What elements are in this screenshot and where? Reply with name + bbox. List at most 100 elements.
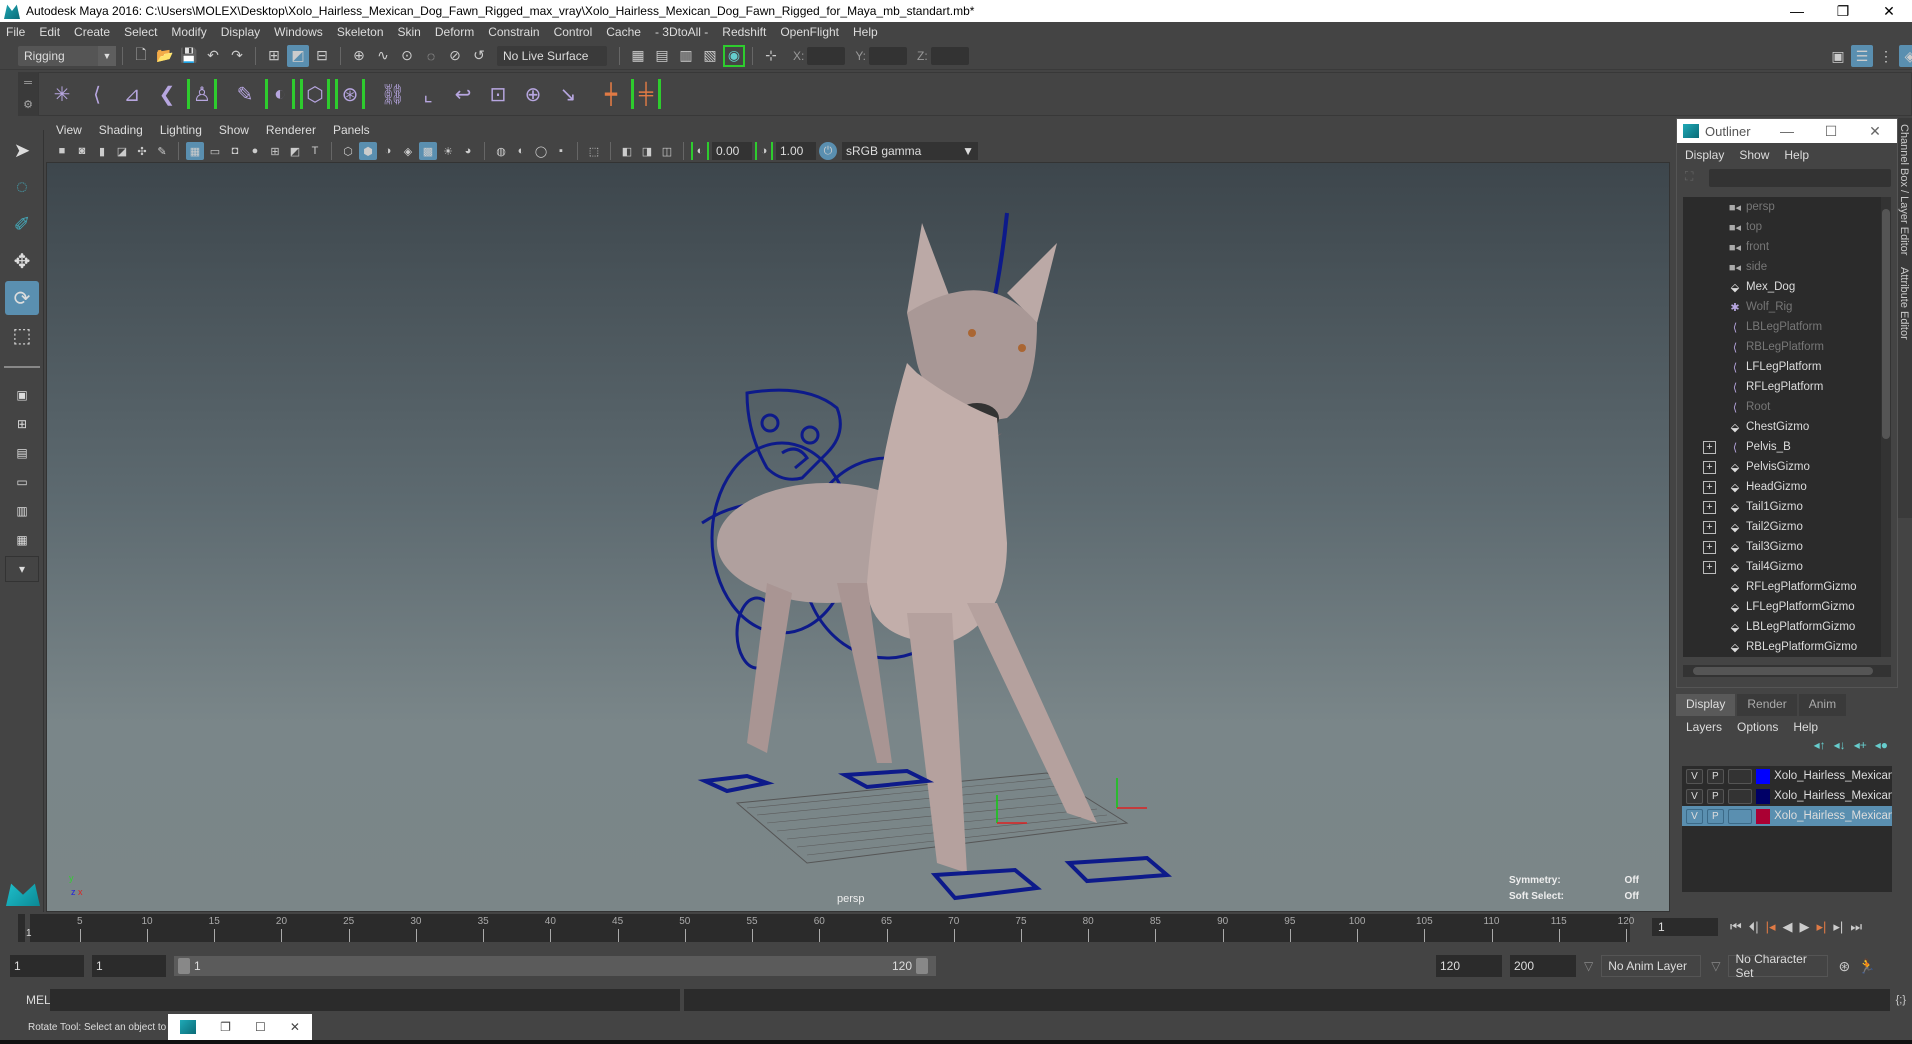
outliner-menu-display[interactable]: Display — [1685, 148, 1724, 162]
snap-plane-icon[interactable]: ◌ — [420, 45, 442, 67]
viewport-menu-view[interactable]: View — [56, 123, 82, 137]
new-layer-selected-icon[interactable]: ◂● — [1875, 738, 1888, 760]
step-back-frame-icon[interactable]: ⏴| — [1749, 919, 1759, 935]
move-layer-up-icon[interactable]: ◂↑ — [1814, 738, 1826, 760]
playback-end-field[interactable]: 120 — [1436, 955, 1502, 977]
pole-vector-icon[interactable]: ↘ — [553, 79, 583, 109]
menu-redshift[interactable]: Redshift — [722, 25, 766, 39]
orient-constraint-icon[interactable]: ↩ — [448, 79, 478, 109]
scale-tool-icon[interactable]: ⬚ — [5, 318, 39, 352]
layer-display-type-toggle[interactable] — [1727, 788, 1753, 804]
layer-color-swatch[interactable] — [1756, 788, 1771, 804]
outliner-minimize-button[interactable]: — — [1765, 123, 1809, 139]
motion-blur-icon[interactable]: ◐ — [512, 142, 530, 160]
live-surface-icon[interactable]: ↺ — [468, 45, 490, 67]
grid-icon[interactable]: ▦ — [186, 142, 204, 160]
anti-alias-icon[interactable]: ◯ — [532, 142, 550, 160]
outliner-horizontal-scrollbar[interactable] — [1683, 665, 1891, 677]
grease-pencil-icon[interactable]: ✎ — [153, 142, 171, 160]
layer-display-type-toggle[interactable] — [1727, 808, 1753, 824]
outliner-menu-help[interactable]: Help — [1784, 148, 1809, 162]
paint-select-icon[interactable]: ✐ — [5, 207, 39, 241]
minimize-button[interactable]: — — [1774, 0, 1820, 22]
graph-persp-icon[interactable]: ▭ — [5, 469, 39, 495]
field-chart-icon[interactable]: ⊞ — [266, 142, 284, 160]
locator-constraint-icon[interactable]: ╪ — [631, 79, 661, 109]
outliner-item[interactable]: ⬙ Mex_Dog — [1683, 277, 1891, 297]
range-end-handle[interactable] — [916, 958, 928, 974]
expand-icon[interactable]: + — [1703, 460, 1716, 474]
safe-action-icon[interactable]: ◩ — [286, 142, 304, 160]
menu-display[interactable]: Display — [221, 25, 260, 39]
use-all-lights-icon[interactable]: ☀ — [439, 142, 457, 160]
tab-display[interactable]: Display — [1676, 694, 1736, 716]
outliner-item[interactable]: ⬙ RBLegPlatformGizmo — [1683, 637, 1891, 657]
outliner-item[interactable]: ✱ Wolf_Rig — [1683, 297, 1891, 317]
bind-skin-icon[interactable]: ◐ — [265, 79, 295, 109]
range-slider[interactable]: 1 120 — [174, 956, 936, 976]
z-field[interactable] — [930, 46, 969, 65]
insert-joint-icon[interactable]: ⟨ — [82, 79, 112, 109]
parent-constraint-icon[interactable]: ⛓ — [378, 79, 408, 109]
move-tool-icon[interactable]: ✥ — [5, 244, 39, 278]
outliner-item[interactable]: ⬙ ChestGizmo — [1683, 417, 1891, 437]
viewport-menu-renderer[interactable]: Renderer — [266, 123, 316, 137]
close-icon[interactable]: ✕ — [290, 1020, 300, 1034]
chevron-down-icon[interactable]: ▽ — [1711, 959, 1720, 973]
menu-create[interactable]: Create — [74, 25, 110, 39]
move-layer-down-icon[interactable]: ◂↓ — [1834, 738, 1846, 760]
layer-color-swatch[interactable] — [1756, 808, 1771, 824]
menu-cache[interactable]: Cache — [606, 25, 641, 39]
layer-playback-toggle[interactable]: P — [1706, 808, 1724, 824]
viewport-menu-lighting[interactable]: Lighting — [160, 123, 202, 137]
xray-active-icon[interactable]: ◨ — [638, 142, 656, 160]
y-field[interactable] — [869, 46, 908, 65]
outliner-tree[interactable]: ■◂ persp ■◂ top ■◂ front ■◂ side ⬙ Mex_Dog ✱ Wolf_R… — [1683, 197, 1891, 657]
lattice-icon[interactable]: ⬡ — [300, 79, 330, 109]
paint-weights-icon[interactable]: ✎ — [230, 79, 260, 109]
ipr-render-icon[interactable]: ▥ — [675, 45, 697, 67]
expand-icon[interactable]: + — [1703, 540, 1716, 554]
select-object-icon[interactable]: ◩ — [287, 44, 309, 67]
menu-deform[interactable]: Deform — [435, 25, 474, 39]
safe-title-icon[interactable]: T — [306, 142, 324, 160]
mel-input[interactable] — [50, 989, 680, 1011]
quick-rig-icon[interactable]: ♙ — [187, 79, 217, 109]
input-mode-icon[interactable]: ⊹ — [760, 45, 782, 67]
aim-constraint-icon[interactable]: ⊕ — [518, 79, 548, 109]
film-gate-icon[interactable]: ▭ — [206, 142, 224, 160]
scrollbar-thumb[interactable] — [1693, 667, 1873, 675]
outliner-search-input[interactable] — [1709, 169, 1891, 187]
hypershade-persp-icon[interactable]: ▥ — [5, 498, 39, 524]
exposure-field[interactable]: 0.00 — [712, 142, 752, 160]
layer-menu-options[interactable]: Options — [1737, 720, 1778, 734]
smooth-shade-icon[interactable]: ⬢ — [359, 142, 377, 160]
point-constraint-icon[interactable]: ⌞ — [413, 79, 443, 109]
outliner-item[interactable]: ■◂ side — [1683, 257, 1891, 277]
expand-icon[interactable]: + — [1703, 480, 1716, 494]
xray-icon[interactable]: ◈ — [399, 142, 417, 160]
locator-icon[interactable]: ┿ — [596, 79, 626, 109]
four-view-icon[interactable]: ⊞ — [5, 411, 39, 437]
menu-file[interactable]: File — [6, 25, 25, 39]
gate-mask-icon[interactable]: ● — [246, 142, 264, 160]
viewport-menu-shading[interactable]: Shading — [99, 123, 143, 137]
camera-attr-icon[interactable]: ◙ — [73, 142, 91, 160]
outliner-item[interactable]: ■◂ top — [1683, 217, 1891, 237]
render-frame-icon[interactable]: ▦ — [627, 45, 649, 67]
menu-skin[interactable]: Skin — [398, 25, 421, 39]
outliner-item[interactable]: ■◂ persp — [1683, 197, 1891, 217]
time-slider[interactable]: 1 5 10 15 20 25 30 35 40 45 50 55 60 65 70 75 80 85 90 95 1… — [18, 914, 1634, 942]
layer-visibility-toggle[interactable]: V — [1686, 788, 1703, 804]
layer-row[interactable]: V P Xolo_Hairless_Mexican_ — [1682, 766, 1892, 786]
step-forward-key-icon[interactable]: ▸| — [1817, 919, 1827, 935]
outliner-item[interactable]: + ⟨ Pelvis_B — [1683, 437, 1891, 457]
script-editor-icon[interactable]: {;} — [1896, 994, 1906, 1006]
restore-button[interactable]: ❐ — [1820, 0, 1866, 22]
layer-row[interactable]: V P Xolo_Hairless_Mexican_ — [1682, 806, 1892, 826]
outliner-item[interactable]: + ⬙ Tail1Gizmo — [1683, 497, 1891, 517]
viewport-menu-show[interactable]: Show — [219, 123, 249, 137]
isolate-select-icon[interactable]: ⬚ — [585, 142, 603, 160]
rotate-tool-icon[interactable]: ⟳ — [5, 281, 39, 315]
snap-curve-icon[interactable]: ∿ — [372, 45, 394, 67]
